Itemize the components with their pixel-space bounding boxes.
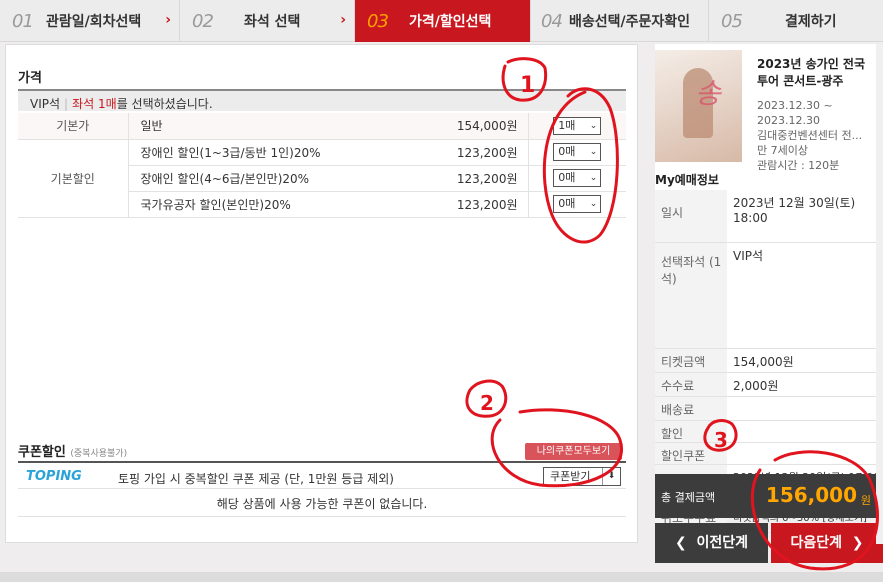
coupon-text: 토핑 가입 시 중복할인 쿠폰 제공 (단, 1만원 등급 제외) [118, 472, 394, 486]
price-panel: 가격 VIP석 | 좌석 1매를 선택하셨습니다. 기본가 일반 154,000원 … [5, 44, 638, 543]
step-label: 관람일/회차선택 [46, 14, 142, 30]
seat-suffix: 를 선택하셨습니다. [116, 97, 213, 111]
step-label: 가격/할인선택 [409, 14, 492, 30]
price-section-title: 가격 [18, 71, 42, 86]
coupon-row: TOPING 토핑 가입 시 중복할인 쿠폰 제공 (단, 1만원 등급 제외)… [18, 461, 626, 489]
table-row: 기본할인 장애인 할인(1~3급/동반 1인)20% 123,200원 0매 ⌄ [18, 139, 626, 218]
price-category: 기본할인 [18, 139, 129, 218]
table-row: 할인쿠폰 [655, 442, 883, 465]
table-row: 일시 2023년 12월 30일(토) 18:00 [655, 190, 883, 243]
table-row: 수수료 2,000원 [655, 372, 883, 397]
step-label: 좌석 선택 [244, 14, 301, 30]
price-name: 일반 [128, 113, 408, 140]
show-poster: 송 [655, 50, 742, 162]
table-row: 기본가 일반 154,000원 1매 ⌄ [18, 113, 626, 140]
coupon-section-title: 쿠폰할인 (중복사용불가) [18, 445, 128, 460]
receive-coupon-button[interactable]: 쿠폰받기 ⬇ [543, 467, 621, 486]
step-number: 02 [192, 10, 214, 32]
step-1: 01 관람일/회차선택 › [0, 0, 180, 42]
show-info: 2023.12.30 ~ 2023.12.30 김대중컨벤션센터 전... 만 … [757, 99, 863, 172]
booking-summary-panel: 송 2023년 송가인 전국 투어 콘서트-광주 2023.12.30 ~ 20… [655, 44, 883, 533]
coupon-empty-message: 해당 상품에 사용 가능한 쿠폰이 없습니다. [18, 491, 626, 517]
quantity-select[interactable]: 0매 ⌄ [553, 143, 602, 161]
seat-word: 좌석 [72, 97, 95, 111]
quantity-select[interactable]: 1매 ⌄ [553, 116, 602, 135]
step-progress-bar: 01 관람일/회차선택 › 02 좌석 선택 › 03 가격/할인선택 04 배… [0, 0, 883, 42]
total-unit: 원 [860, 494, 871, 507]
step-3: 03 가격/할인선택 [355, 0, 531, 42]
price-name: 국가유공자 할인(본인만)20% [128, 191, 408, 218]
vertical-scrollbar[interactable] [876, 44, 883, 544]
show-title: 2023년 송가인 전국 투어 콘서트-광주 [757, 57, 865, 88]
chevron-right-icon: ❯ [851, 535, 864, 551]
my-booking-title: My예매정보 [655, 173, 719, 187]
toping-logo: TOPING [26, 469, 82, 484]
seat-grade: VIP석 [30, 97, 61, 111]
chevron-down-icon: ⌄ [589, 120, 598, 131]
prev-step-button[interactable]: ❮ 이전단계 [655, 523, 768, 563]
total-value: 156,000 [765, 483, 857, 507]
price-amount: 123,200원 [408, 139, 529, 166]
step-label: 결제하기 [785, 14, 837, 30]
step-4: 04 배송선택/주문자확인 [531, 0, 709, 42]
quantity-select[interactable]: 0매 ⌄ [553, 195, 602, 213]
step-number: 01 [12, 10, 34, 32]
price-category: 기본가 [18, 113, 129, 140]
chevron-right-icon: › [165, 12, 171, 28]
next-step-button[interactable]: 다음단계 ❯ [771, 523, 883, 563]
price-name: 장애인 할인(4~6급/본인만)20% [128, 165, 408, 192]
download-icon: ⬇ [602, 468, 620, 485]
chevron-down-icon: ⌄ [589, 199, 598, 209]
step-label: 배송선택/주문자확인 [569, 14, 691, 30]
price-amount: 154,000원 [408, 113, 529, 140]
step-number: 04 [541, 10, 563, 32]
chevron-down-icon: ⌄ [589, 147, 598, 157]
step-number: 03 [367, 10, 389, 32]
chevron-right-icon: › [340, 12, 346, 28]
step-number: 05 [721, 10, 743, 32]
total-payment-bar: 총 결제금액 156,000 원 [655, 474, 883, 518]
price-amount: 123,200원 [408, 191, 529, 218]
view-my-coupons-button[interactable]: 나의쿠폰모두보기 [525, 443, 622, 460]
selected-seat-bar: VIP석 | 좌석 1매를 선택하셨습니다. [18, 89, 626, 111]
horizontal-scrollbar[interactable] [0, 572, 883, 582]
price-name: 장애인 할인(1~3급/동반 1인)20% [128, 139, 408, 166]
price-amount: 123,200원 [408, 165, 529, 192]
coupon-note: (중복사용불가) [70, 449, 128, 459]
total-label: 총 결제금액 [661, 491, 716, 504]
step-2: 02 좌석 선택 › [180, 0, 355, 42]
quantity-select[interactable]: 0매 ⌄ [553, 169, 602, 187]
table-row: 선택좌석 (1석) VIP석 [655, 242, 883, 349]
table-row: 할인 [655, 420, 883, 443]
step-5: 05 결제하기 [709, 0, 883, 42]
price-table: 기본가 일반 154,000원 1매 ⌄ 기본할인 장애인 할인(1~3급/동반 … [18, 113, 626, 218]
seat-count: 1매 [98, 97, 117, 111]
table-row: 티켓금액 154,000원 [655, 348, 883, 373]
chevron-left-icon: ❮ [674, 535, 687, 551]
table-row: 배송료 [655, 396, 883, 421]
chevron-down-icon: ⌄ [589, 173, 598, 183]
